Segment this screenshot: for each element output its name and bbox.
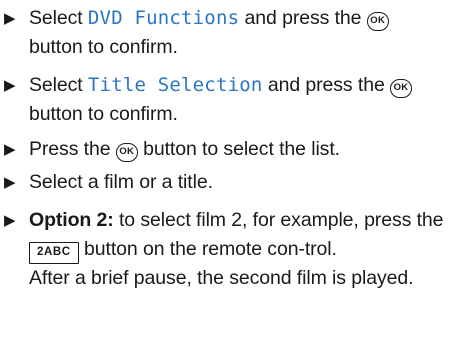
bullet-arrow-icon: ▶ [4, 212, 16, 229]
step-2-mid: and press the [262, 74, 391, 96]
step-1-text: Select DVD Functions and press the OK bu… [29, 4, 462, 62]
step-1-mid: and press the [239, 7, 367, 29]
step-1-post: button to confirm. [29, 36, 178, 58]
step-3-post: button to select the list. [137, 138, 340, 160]
step-5-pre: to select film 2, for example, press the [113, 209, 444, 231]
bullet-arrow-icon: ▶ [4, 10, 16, 27]
ok-button-icon: OK [115, 143, 138, 162]
step-3-pre: Press the [29, 138, 116, 160]
key-2abc-icon: 2ABC [29, 242, 79, 264]
ok-button-icon: OK [366, 12, 389, 31]
step-1-pre: Select [29, 7, 88, 29]
menu-item-title-selection: Title Selection [87, 74, 263, 96]
step-4-text: Select a film or a title. [29, 171, 213, 193]
step-3-text: Press the OK button to select the list. [29, 135, 462, 164]
bullet-arrow-icon: ▶ [4, 174, 16, 191]
step-5-post: button on the remote con-trol. [78, 238, 337, 260]
step-5: ▶ Option 2: to select film 2, for exampl… [2, 206, 462, 293]
step-2-pre: Select [29, 74, 88, 96]
bullet-arrow-icon: ▶ [4, 141, 16, 158]
step-5-text: Option 2: to select film 2, for example,… [29, 206, 462, 293]
step-2-post: button to confirm. [29, 103, 178, 125]
step-1: ▶ Select DVD Functions and press the OK … [2, 4, 462, 62]
step-5-note: After a brief pause, the second film is … [29, 267, 414, 289]
menu-item-dvd-functions: DVD Functions [87, 7, 240, 29]
step-4: ▶ Select a film or a title. [2, 168, 462, 197]
ok-button-icon: OK [390, 79, 413, 98]
option-label: Option 2: [29, 209, 114, 231]
step-2-text: Select Title Selection and press the OK … [29, 71, 462, 129]
instruction-page: ▶ Select DVD Functions and press the OK … [0, 0, 467, 354]
bullet-arrow-icon: ▶ [4, 77, 16, 94]
step-2: ▶ Select Title Selection and press the O… [2, 71, 462, 129]
step-3: ▶ Press the OK button to select the list… [2, 135, 462, 164]
